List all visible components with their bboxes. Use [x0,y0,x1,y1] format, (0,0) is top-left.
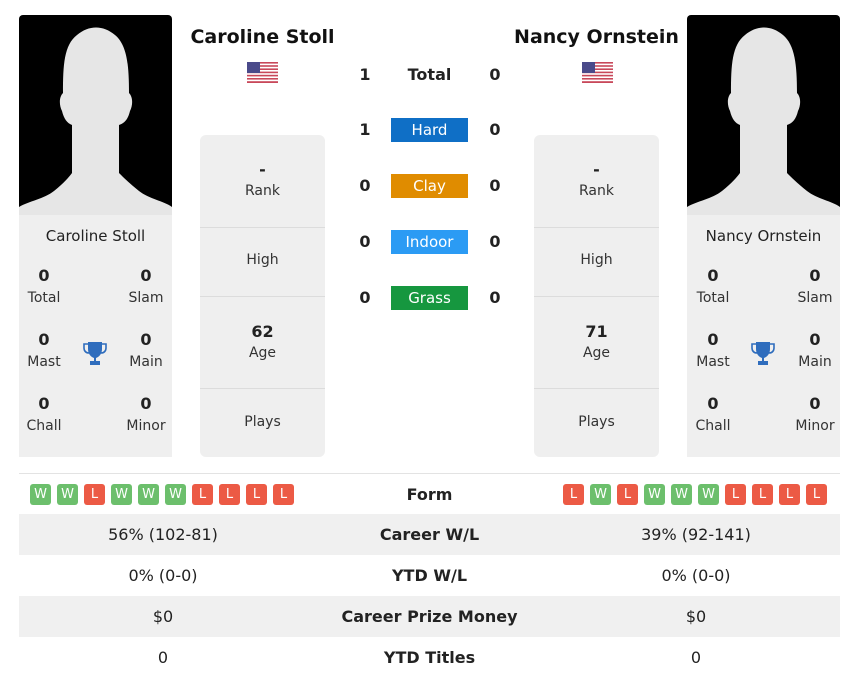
player1-card-name: Caroline Stoll [45,227,146,245]
h2h-clay-row: 0 Clay 0 [350,174,510,200]
age-row: 62 Age [200,297,325,389]
titles-total: 0 Total [696,266,730,306]
titles-slam: 0 Slam [797,266,833,306]
player1-titles-card: Caroline Stoll 0 Total 0 Slam 0 Mast 0 M… [19,215,172,457]
rank-row: - Rank [534,135,659,228]
form-win-badge[interactable]: W [644,484,665,505]
titles-chall: 0 Chall [695,394,731,434]
rank-row: - Rank [200,135,325,228]
us-flag-icon [247,62,278,83]
form-win-badge[interactable]: W [590,484,611,505]
plays-row: Plays [244,414,281,430]
player2-card-name: Nancy Ornstein [705,227,822,245]
h2h-total-row: 1 Total 0 [350,63,510,89]
player1-info-card: - Rank High 62 Age Plays [200,135,325,457]
surface-hard-badge[interactable]: Hard [391,118,468,142]
player2-titles-card: Nancy Ornstein 0 Total 0 Slam 0 Mast 0 M… [687,215,840,457]
form-win-badge[interactable]: W [671,484,692,505]
titles-total: 0 Total [27,266,61,306]
form-loss-badge[interactable]: L [725,484,746,505]
h2h-grass-row: 0 Grass 0 [350,286,510,312]
player2-photo [687,15,840,215]
h2h-hard-row: 1 Hard 0 [350,118,510,144]
plays-row: Plays [578,414,615,430]
high-row: High [534,228,659,297]
titles-main: 0 Main [129,330,163,370]
form-loss-badge[interactable]: L [563,484,584,505]
comparison-row: 0% (0-0) YTD W/L 0% (0-0) [128,566,731,585]
form-loss-badge[interactable]: L [806,484,827,505]
us-flag-icon [582,62,613,83]
silhouette-icon [687,27,840,215]
comparison-row: 56% (102-81) Career W/L 39% (92-141) [19,514,840,555]
silhouette-icon [19,27,172,215]
titles-main: 0 Main [798,330,832,370]
comparison-row: 0 YTD Titles 0 [157,648,702,667]
comparison-row: $0 Career Prize Money $0 [19,596,840,637]
h2h-indoor-row: 0 Indoor 0 [350,230,510,256]
high-row: High [200,228,325,297]
h2h-total-p2: 0 [489,65,501,84]
form-loss-badge[interactable]: L [752,484,773,505]
form-loss-badge[interactable]: L [617,484,638,505]
age-row: 71 Age [534,297,659,389]
h2h-total-p1: 1 [359,65,371,84]
surface-grass-badge[interactable]: Grass [391,286,468,310]
titles-slam: 0 Slam [128,266,164,306]
form-loss-badge[interactable]: L [779,484,800,505]
player1-photo [19,15,172,215]
trophy-icon [751,342,775,365]
titles-minor: 0 Minor [795,394,835,434]
form-win-badge[interactable]: W [698,484,719,505]
player1-name[interactable]: Caroline Stoll [180,26,345,48]
titles-mast: 0 Mast [27,330,61,370]
h2h-total-label: Total [407,65,452,84]
player2-name[interactable]: Nancy Ornstein [505,26,688,48]
surface-clay-badge[interactable]: Clay [391,174,468,198]
trophy-icon [83,342,107,365]
surface-indoor-badge[interactable]: Indoor [391,230,468,254]
form-row: WWLWWWLLLL Form LWLWWWLLLL [19,473,840,514]
titles-chall: 0 Chall [26,394,62,434]
player2-form: LWLWWWLLLL [563,484,827,505]
player2-info-card: - Rank High 71 Age Plays [534,135,659,457]
titles-minor: 0 Minor [126,394,166,434]
titles-mast: 0 Mast [696,330,730,370]
